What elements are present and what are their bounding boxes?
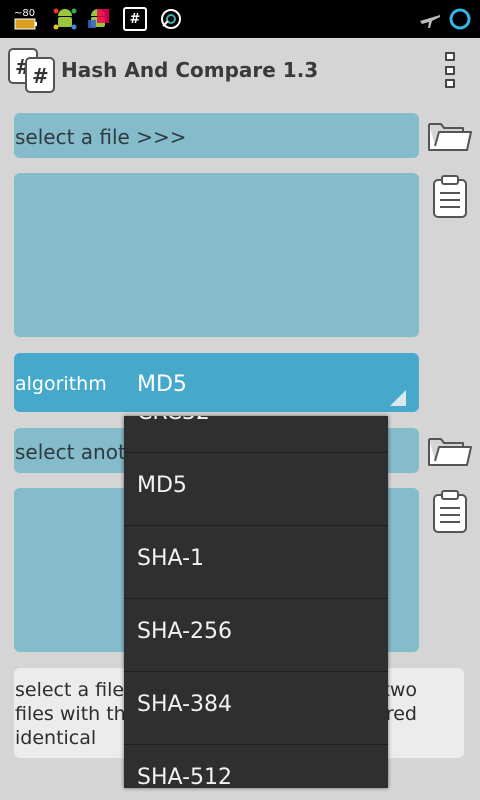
dropdown-option-md5[interactable]: MD5 — [124, 453, 388, 526]
status-bar: ~80 # — [0, 0, 480, 38]
circle-status-icon — [446, 5, 474, 33]
hash-app-icon: # — [121, 5, 149, 33]
message-line2-right: red — [385, 703, 417, 725]
dropdown-option-sha256[interactable]: SHA-256 — [124, 599, 388, 672]
open-folder-icon[interactable] — [426, 431, 474, 471]
sync-icon — [157, 5, 185, 33]
algorithm-label: algorithm — [15, 373, 107, 395]
dropdown-option-crc32[interactable]: CRC32 — [124, 416, 388, 453]
dropdown-option-sha512[interactable]: SHA-512 — [124, 745, 388, 788]
airplane-mode-icon — [416, 5, 444, 33]
file1-prompt: select a file >>> — [15, 125, 187, 149]
message-line1-left: select a file — [15, 679, 125, 701]
overflow-menu-icon[interactable] — [440, 52, 460, 88]
clipboard-icon[interactable] — [430, 174, 470, 220]
message-line3: identical — [15, 727, 97, 749]
file2-prompt: select anoth — [15, 440, 139, 464]
spinner-corner-triangle-icon — [390, 390, 406, 406]
battery-badge-icon: ~80 — [12, 5, 40, 33]
app-logo-icon: # # — [6, 46, 56, 94]
clipboard-icon[interactable] — [430, 489, 470, 535]
algorithm-spinner[interactable]: algorithm MD5 — [14, 353, 419, 412]
algorithm-dropdown-list[interactable]: CRC32 MD5 SHA-1 SHA-256 SHA-384 SHA-512 — [124, 416, 388, 788]
svg-text:#: # — [32, 64, 49, 88]
dropdown-option-sha1[interactable]: SHA-1 — [124, 526, 388, 599]
file1-hash-output[interactable] — [14, 173, 419, 337]
action-bar: # # Hash And Compare 1.3 — [0, 38, 480, 102]
algorithm-selected-value: MD5 — [137, 372, 187, 397]
app-title: Hash And Compare 1.3 — [61, 58, 319, 82]
dropdown-option-sha384[interactable]: SHA-384 — [124, 672, 388, 745]
android-market-icon — [84, 5, 112, 33]
signal-badge-text: ~80 — [14, 8, 35, 19]
message-line2-left: files with th — [15, 703, 126, 725]
file1-select-field[interactable]: select a file >>> — [14, 113, 419, 158]
android-debug-icon — [51, 5, 79, 33]
open-folder-icon[interactable] — [426, 116, 474, 156]
